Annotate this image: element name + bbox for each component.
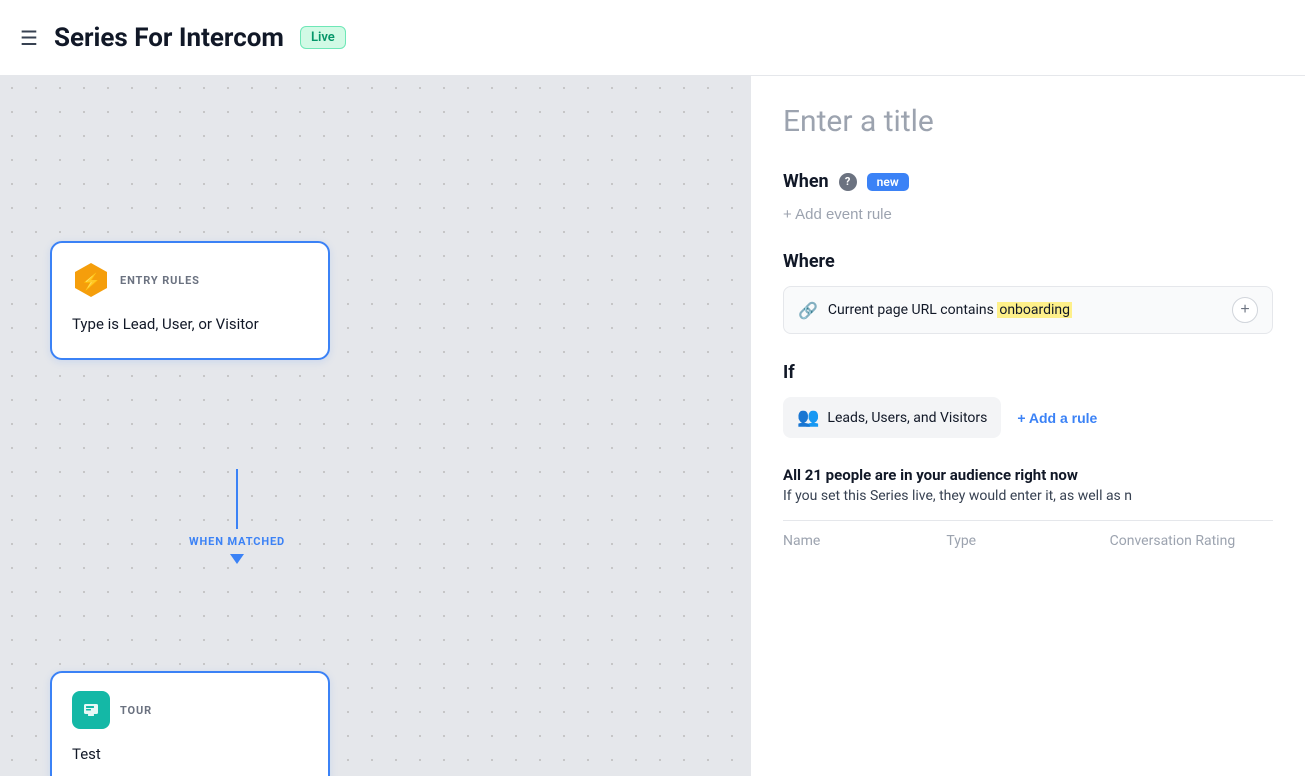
app-header: ☰ Series For Intercom Live — [0, 0, 1305, 76]
svg-text:⚡: ⚡ — [81, 272, 101, 291]
connector-arrow — [230, 554, 244, 564]
panel-title[interactable]: Enter a title — [783, 104, 1273, 139]
when-section-header: When ? new — [783, 171, 1273, 192]
table-col-type: Type — [946, 533, 1109, 549]
when-help-icon[interactable]: ? — [839, 173, 857, 191]
entry-rules-label: ENTRY RULES — [120, 274, 200, 287]
entry-rules-content: Type is Lead, User, or Visitor — [72, 313, 308, 336]
tour-label: TOUR — [120, 704, 152, 717]
hamburger-icon[interactable]: ☰ — [20, 26, 38, 50]
if-title: If — [783, 362, 795, 383]
when-section: When ? new + Add event rule — [783, 171, 1273, 223]
tour-card-header: TOUR — [72, 691, 308, 729]
when-matched-label: WHEN MATCHED — [189, 535, 285, 548]
audience-label: Leads, Users, and Visitors — [827, 410, 987, 426]
link-icon: 🔗 — [798, 301, 818, 320]
people-icon: 👥 — [797, 407, 819, 428]
table-col-rating: Conversation Rating — [1110, 533, 1273, 549]
live-badge: Live — [300, 26, 346, 49]
entry-icon: ⚡ — [72, 261, 110, 299]
if-section-header: If — [783, 362, 1273, 383]
tour-card[interactable]: TOUR Test — [50, 671, 330, 776]
audience-summary: All 21 people are in your audience right… — [783, 466, 1273, 504]
entry-rules-card[interactable]: ⚡ ENTRY RULES Type is Lead, User, or Vis… — [50, 241, 330, 360]
page-title: Series For Intercom — [54, 23, 284, 53]
audience-chip: 👥 Leads, Users, and Visitors — [783, 397, 1001, 438]
main-content: ⚡ ENTRY RULES Type is Lead, User, or Vis… — [0, 76, 1305, 776]
tour-content: Test — [72, 743, 308, 766]
where-title: Where — [783, 251, 835, 272]
new-badge: new — [867, 173, 909, 191]
url-rule-add-button[interactable]: + — [1232, 297, 1258, 323]
url-rule-row[interactable]: 🔗 Current page URL contains onboarding + — [783, 286, 1273, 334]
url-rule-text: Current page URL contains onboarding — [828, 302, 1222, 318]
when-title: When — [783, 171, 829, 192]
if-section: If 👥 Leads, Users, and Visitors + Add a … — [783, 362, 1273, 438]
where-section-header: Where — [783, 251, 1273, 272]
flow-canvas[interactable]: ⚡ ENTRY RULES Type is Lead, User, or Vis… — [0, 76, 750, 776]
card-header: ⚡ ENTRY RULES — [72, 261, 308, 299]
audience-description: If you set this Series live, they would … — [783, 488, 1273, 504]
if-row: 👥 Leads, Users, and Visitors + Add a rul… — [783, 397, 1273, 438]
table-col-name: Name — [783, 533, 946, 549]
table-header: Name Type Conversation Rating — [783, 520, 1273, 549]
audience-count: All 21 people are in your audience right… — [783, 466, 1273, 484]
connector-line — [236, 469, 238, 529]
add-event-rule-button[interactable]: + Add event rule — [783, 206, 892, 223]
right-panel: Enter a title When ? new + Add event rul… — [750, 76, 1305, 776]
where-section: Where 🔗 Current page URL contains onboar… — [783, 251, 1273, 334]
add-a-rule-button[interactable]: + Add a rule — [1017, 410, 1097, 426]
tour-icon — [72, 691, 110, 729]
flow-connector: WHEN MATCHED — [189, 469, 285, 564]
